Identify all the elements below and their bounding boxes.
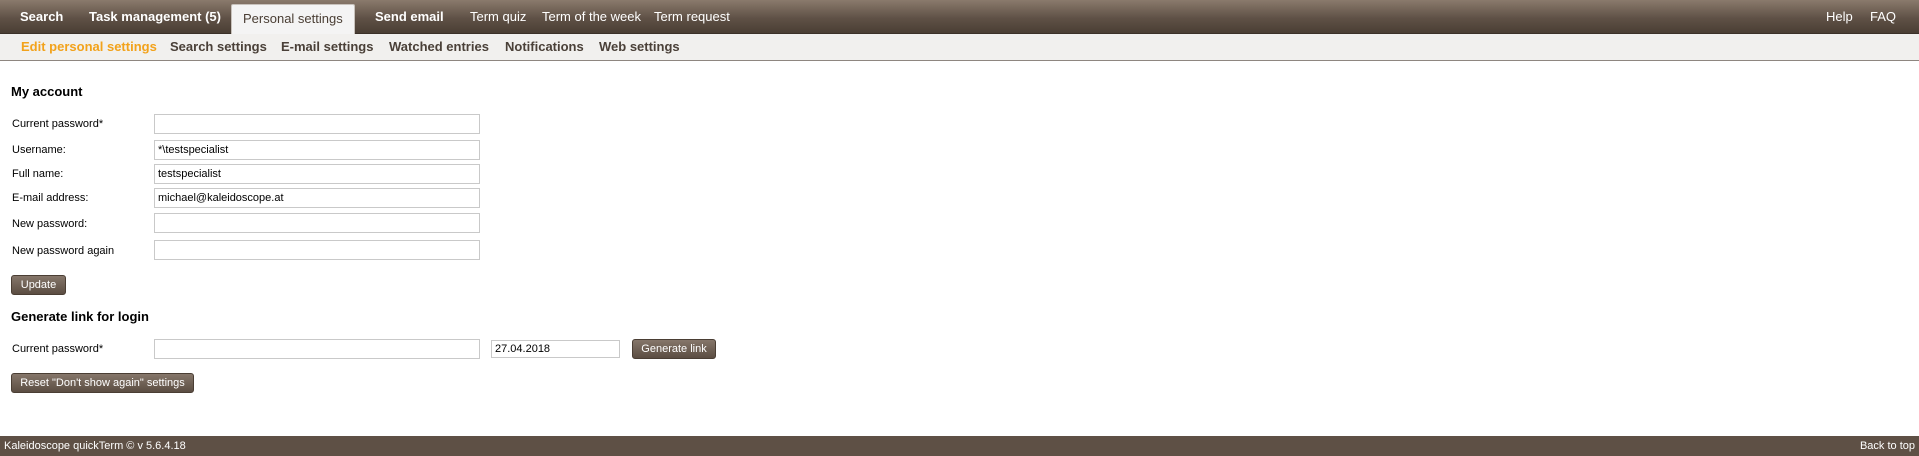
subnav-search-settings[interactable]: Search settings: [170, 34, 267, 60]
tab-term-of-the-week[interactable]: Term of the week: [542, 0, 641, 34]
generate-link-heading: Generate link for login: [11, 309, 149, 324]
my-account-heading: My account: [11, 84, 83, 99]
reset-dont-show-again-button[interactable]: Reset "Don't show again" settings: [11, 373, 194, 393]
tab-term-quiz[interactable]: Term quiz: [470, 0, 526, 34]
subnav-watched-entries[interactable]: Watched entries: [389, 34, 489, 60]
back-to-top-link[interactable]: Back to top: [1860, 436, 1915, 456]
tab-send-email[interactable]: Send email: [375, 0, 444, 34]
update-button[interactable]: Update: [11, 275, 66, 295]
login-current-password-label: Current password*: [12, 343, 104, 355]
full-name-label: Full name:: [12, 168, 64, 180]
current-password-label: Current password*: [12, 118, 104, 130]
tab-task-management[interactable]: Task management (5): [89, 0, 221, 34]
username-field[interactable]: [154, 140, 480, 160]
new-password-label: New password:: [12, 218, 88, 230]
email-field[interactable]: [154, 188, 480, 208]
username-label: Username:: [12, 144, 66, 156]
version-text: Kaleidoscope quickTerm © v 5.6.4.18: [4, 440, 186, 452]
subnav-web-settings[interactable]: Web settings: [599, 34, 680, 60]
top-navigation-bar: Search Task management (5) Personal sett…: [0, 0, 1919, 35]
full-name-field[interactable]: [154, 164, 480, 184]
faq-link[interactable]: FAQ: [1870, 0, 1896, 34]
link-expiry-date-field[interactable]: [491, 340, 620, 358]
new-password-again-label: New password again: [12, 245, 115, 257]
footer-bar: Kaleidoscope quickTerm © v 5.6.4.18 Back…: [0, 436, 1919, 456]
subnav-email-settings[interactable]: E-mail settings: [281, 34, 373, 60]
sub-navigation-bar: Edit personal settings Search settings E…: [0, 34, 1919, 61]
new-password-again-field[interactable]: [154, 240, 480, 260]
current-password-field[interactable]: [154, 114, 480, 134]
login-current-password-field[interactable]: [154, 339, 480, 359]
subnav-edit-personal-settings[interactable]: Edit personal settings: [21, 34, 157, 60]
tab-search[interactable]: Search: [20, 0, 63, 34]
tab-term-request[interactable]: Term request: [654, 0, 730, 34]
help-link[interactable]: Help: [1826, 0, 1853, 34]
tab-personal-settings[interactable]: Personal settings: [231, 4, 355, 35]
new-password-field[interactable]: [154, 213, 480, 233]
generate-link-button[interactable]: Generate link: [632, 339, 716, 359]
subnav-notifications[interactable]: Notifications: [505, 34, 584, 60]
email-label: E-mail address:: [12, 192, 89, 204]
